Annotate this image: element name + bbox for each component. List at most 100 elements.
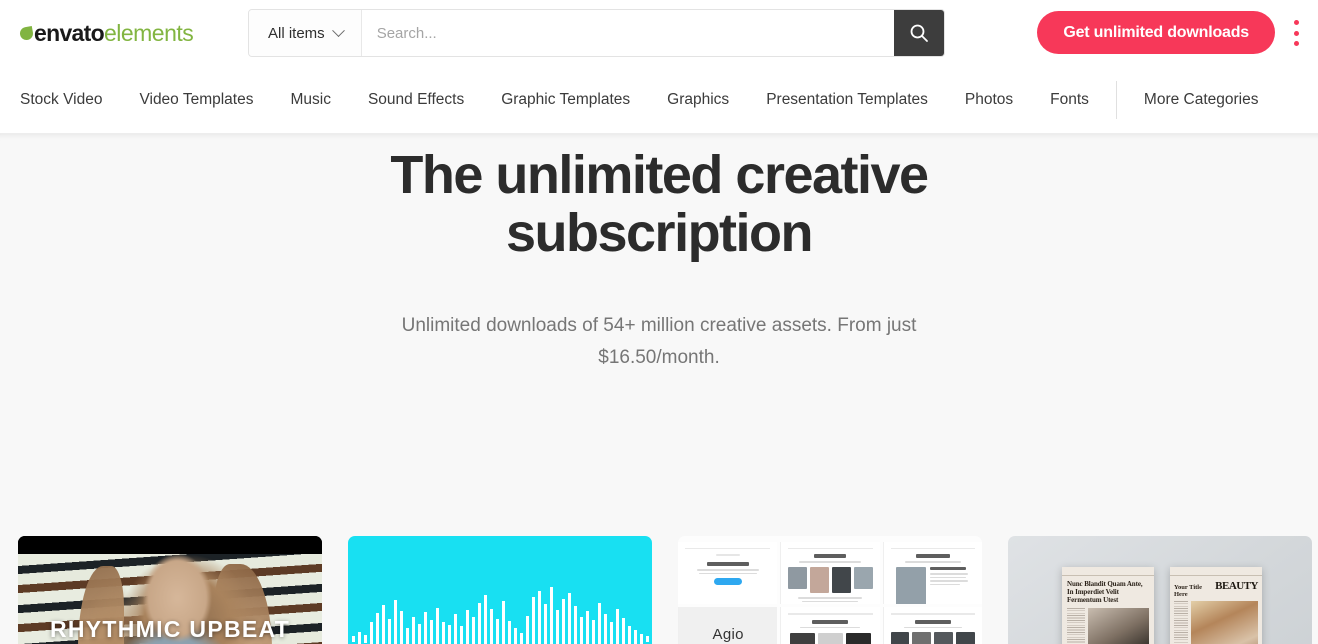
kebab-dot [1293,20,1299,25]
waveform-bar [351,635,355,642]
waveform-bar [417,623,421,644]
waveform-bar [363,634,367,643]
slide-thumb [780,607,880,644]
waveform-bar [549,586,553,644]
nav-item-graphic-templates[interactable]: Graphic Templates [501,91,630,109]
get-unlimited-downloads-button[interactable]: Get unlimited downloads [1037,11,1275,54]
nav-item-presentation-templates[interactable]: Presentation Templates [766,91,928,109]
nav-item-sound-effects[interactable]: Sound Effects [368,91,464,109]
waveform-bar [459,625,463,644]
team-grid [890,632,975,644]
waveform-bar [519,632,523,644]
waveform-bar [633,629,637,644]
slide-brand-name: Agio [712,626,744,644]
logo-text-elements: elements [103,19,194,46]
waveform-bar [543,603,547,644]
waveform-bar [393,599,397,644]
search-button[interactable] [894,10,944,56]
waveform-bar [609,621,613,644]
waveform-bar [531,596,535,644]
nav-item-music[interactable]: Music [290,91,330,109]
waveform-bar [603,613,607,644]
waveform-bar [579,616,583,644]
featured-cards: RHYTHMIC UPBEAT INTRO for Premiere Pro P… [18,536,1312,644]
waveform-bar [513,627,517,644]
waveform-bar [561,598,565,644]
kebab-dot [1293,41,1299,46]
category-nav: Stock Video Video Templates Music Sound … [0,66,1318,134]
waveform-bar [537,590,541,644]
nav-item-fonts[interactable]: Fonts [1050,91,1089,109]
hero-section: The unlimited creative subscription Unli… [0,134,1318,644]
waveform-bar [573,605,577,644]
waveform-bar [435,607,439,644]
waveform-bar [645,635,649,642]
waveform-bar [399,610,403,644]
slide-thumb [882,607,982,644]
slide-header-rule [685,548,771,550]
waveform-bar [627,625,631,644]
hero-subtitle: Unlimited downloads of 54+ million creat… [401,315,917,368]
search-input[interactable] [361,10,894,56]
waveform-bar [375,612,379,644]
waveform-bar [639,633,643,644]
search-icon [910,24,928,42]
card-presentation-template[interactable]: Agio [678,536,982,644]
slide-cta [713,578,742,586]
card-audio-track[interactable] [348,536,652,644]
waveform-bar [429,619,433,644]
magazine-masthead: BEAUTY [1215,580,1258,592]
leaf-icon [18,25,35,41]
brand-logo[interactable]: envato elements [18,18,194,48]
waveform-bar [357,631,361,644]
slide-thumb [882,542,982,605]
nav-item-photos[interactable]: Photos [965,91,1013,109]
page-title: The unlimited creative subscription [390,145,929,263]
waveform-bar [447,624,451,644]
nav-item-video-templates[interactable]: Video Templates [139,91,253,109]
waveform-bar [453,613,457,644]
waveform-bar [381,604,385,644]
slide-thumb [780,542,880,605]
waveform-bar [501,600,505,644]
magazine-page-right: Your Title Here BEAUTY [1170,567,1262,644]
waveform-bar [621,617,625,644]
waveform-bar [387,618,391,644]
waveform-bar [591,619,595,644]
waveform-bar [555,609,559,644]
masthead-rule-right [1170,567,1262,576]
letterbox-top [18,536,322,554]
waveform-bar [423,611,427,644]
card-title: RHYTHMIC UPBEAT [49,616,291,642]
waveform-bar [525,615,529,644]
category-select[interactable]: All items [249,10,362,56]
search-bar: All items [248,9,945,57]
waveform-bar [369,621,373,644]
nav-item-more-categories[interactable]: More Categories [1144,91,1259,109]
chevron-down-icon [331,23,345,37]
site-header: envato elements All items Get unlimited … [0,0,1318,66]
waveform [351,579,649,644]
nav-item-stock-video[interactable]: Stock Video [20,91,102,109]
waveform-bar [597,602,601,644]
waveform-bar [615,608,619,644]
waveform-bar [567,592,571,644]
slide-thumb-brand: Agio [678,607,778,644]
card-print-template[interactable]: Nunc Blandit Quam Ante, In Imperdiet Vel… [1008,536,1312,644]
waveform-bar [585,610,589,644]
waveform-bar [507,620,511,644]
slide-thumb [678,542,778,605]
waveform-bar [495,618,499,644]
nav-item-graphics[interactable]: Graphics [667,91,729,109]
logo-text-envato: envato [34,19,105,46]
waveform-bar [477,602,481,644]
card-video-template[interactable]: RHYTHMIC UPBEAT INTRO for Premiere Pro P… [18,536,322,644]
magazine-headline-right: Your Title Here [1174,584,1202,598]
magazine-headline-left: Nunc Blandit Quam Ante, In Imperdiet Vel… [1067,580,1143,604]
kebab-dot [1293,30,1299,36]
waveform-bar [489,608,493,644]
kebab-menu-icon[interactable] [1286,18,1306,48]
magazine-page-left: Nunc Blandit Quam Ante, In Imperdiet Vel… [1062,567,1154,644]
waveform-bar [411,616,415,644]
masthead-rule-left [1062,567,1154,576]
